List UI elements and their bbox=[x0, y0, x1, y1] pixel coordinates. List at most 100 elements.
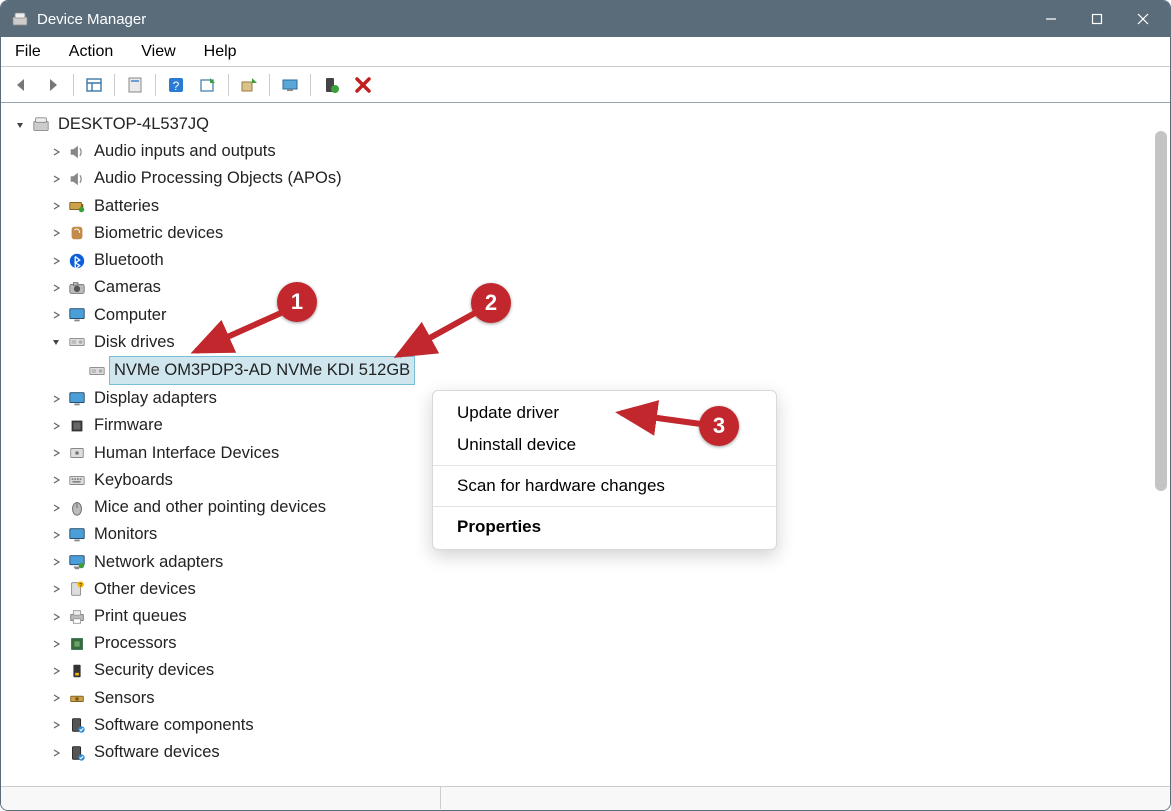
chevron-right-icon[interactable] bbox=[49, 691, 63, 705]
context-menu: Update driver Uninstall device Scan for … bbox=[432, 390, 777, 550]
scrollbar-thumb[interactable] bbox=[1155, 131, 1167, 491]
context-separator bbox=[433, 465, 776, 466]
tree-item-sensor[interactable]: Sensors bbox=[9, 685, 1170, 712]
scan-hardware-button[interactable] bbox=[276, 71, 304, 99]
chevron-right-icon[interactable] bbox=[49, 281, 63, 295]
chevron-right-icon[interactable] bbox=[49, 446, 63, 460]
uninstall-device-button[interactable] bbox=[317, 71, 345, 99]
tree-root-label: DESKTOP-4L537JQ bbox=[57, 111, 210, 138]
tree-item-label: Network adapters bbox=[93, 549, 224, 576]
tree-child-disk[interactable]: NVMe OM3PDP3-AD NVMe KDI 512GB bbox=[9, 356, 1170, 385]
nav-forward-button[interactable] bbox=[39, 71, 67, 99]
tree-item-printer[interactable]: Print queues bbox=[9, 603, 1170, 630]
chevron-right-icon[interactable] bbox=[49, 501, 63, 515]
tree-item-cpu[interactable]: Processors bbox=[9, 630, 1170, 657]
context-properties[interactable]: Properties bbox=[433, 511, 776, 543]
tree-item-camera[interactable]: Cameras bbox=[9, 274, 1170, 301]
close-button[interactable] bbox=[1120, 1, 1166, 37]
tree-item-label: Firmware bbox=[93, 412, 164, 439]
chevron-down-icon[interactable] bbox=[49, 335, 63, 349]
other-icon: ? bbox=[67, 580, 87, 598]
tree-item-speaker[interactable]: Audio inputs and outputs bbox=[9, 138, 1170, 165]
tree-item-software[interactable]: Software devices bbox=[9, 739, 1170, 766]
tree-item-label: Bluetooth bbox=[93, 247, 165, 274]
mouse-icon bbox=[67, 499, 87, 517]
tree-item-disk[interactable]: Disk drives bbox=[9, 329, 1170, 356]
menubar: File Action View Help bbox=[1, 37, 1170, 67]
menu-action[interactable]: Action bbox=[63, 39, 119, 65]
remove-device-button[interactable] bbox=[349, 71, 377, 99]
chevron-right-icon[interactable] bbox=[49, 637, 63, 651]
chevron-right-icon[interactable] bbox=[49, 254, 63, 268]
context-update-driver[interactable]: Update driver bbox=[433, 397, 776, 429]
chip-icon bbox=[67, 417, 87, 435]
chevron-right-icon[interactable] bbox=[49, 226, 63, 240]
tree-root[interactable]: DESKTOP-4L537JQ bbox=[9, 111, 1170, 138]
context-uninstall-device[interactable]: Uninstall device bbox=[433, 429, 776, 461]
fingerprint-icon bbox=[67, 224, 87, 242]
action-button[interactable] bbox=[194, 71, 222, 99]
tree-item-label: Audio inputs and outputs bbox=[93, 138, 277, 165]
menu-help[interactable]: Help bbox=[198, 39, 243, 65]
chevron-right-icon[interactable] bbox=[49, 308, 63, 322]
device-manager-window: Device Manager File Action View Help ? D bbox=[0, 0, 1171, 811]
menu-file[interactable]: File bbox=[9, 39, 47, 65]
statusbar-pane bbox=[1, 787, 441, 809]
chevron-right-icon[interactable] bbox=[49, 610, 63, 624]
computer-icon bbox=[31, 116, 51, 134]
disk-icon bbox=[67, 333, 87, 351]
chevron-right-icon[interactable] bbox=[49, 746, 63, 760]
tree-item-label: Keyboards bbox=[93, 467, 174, 494]
svg-text:?: ? bbox=[173, 79, 180, 93]
toolbar-separator bbox=[269, 74, 270, 96]
tree-item-label: Security devices bbox=[93, 657, 215, 684]
tree-item-label: Cameras bbox=[93, 274, 162, 301]
nav-back-button[interactable] bbox=[7, 71, 35, 99]
chevron-right-icon[interactable] bbox=[49, 473, 63, 487]
chevron-right-icon[interactable] bbox=[49, 145, 63, 159]
chevron-right-icon[interactable] bbox=[49, 718, 63, 732]
menu-view[interactable]: View bbox=[135, 39, 181, 65]
maximize-button[interactable] bbox=[1074, 1, 1120, 37]
tree-item-label: Processors bbox=[93, 630, 178, 657]
battery-icon bbox=[67, 197, 87, 215]
tree-item-network[interactable]: Network adapters bbox=[9, 549, 1170, 576]
properties-button[interactable] bbox=[121, 71, 149, 99]
tree-item-label: Software components bbox=[93, 712, 255, 739]
tree-item-label: Mice and other pointing devices bbox=[93, 494, 327, 521]
chevron-right-icon[interactable] bbox=[49, 528, 63, 542]
chevron-right-icon[interactable] bbox=[49, 172, 63, 186]
context-scan-hardware[interactable]: Scan for hardware changes bbox=[433, 470, 776, 502]
svg-text:?: ? bbox=[79, 584, 82, 590]
update-driver-button[interactable] bbox=[235, 71, 263, 99]
cpu-icon bbox=[67, 635, 87, 653]
bluetooth-icon bbox=[67, 252, 87, 270]
network-icon bbox=[67, 553, 87, 571]
tree-item-security[interactable]: Security devices bbox=[9, 657, 1170, 684]
context-separator bbox=[433, 506, 776, 507]
tree-item-bluetooth[interactable]: Bluetooth bbox=[9, 247, 1170, 274]
chevron-right-icon[interactable] bbox=[49, 419, 63, 433]
minimize-button[interactable] bbox=[1028, 1, 1074, 37]
tree-item-label: Biometric devices bbox=[93, 220, 224, 247]
tree-item-monitor[interactable]: Computer bbox=[9, 302, 1170, 329]
toolbar-separator bbox=[310, 74, 311, 96]
tree-item-label: Computer bbox=[93, 302, 167, 329]
chevron-right-icon[interactable] bbox=[49, 582, 63, 596]
tree-item-software[interactable]: Software components bbox=[9, 712, 1170, 739]
tree-item-fingerprint[interactable]: Biometric devices bbox=[9, 220, 1170, 247]
security-icon bbox=[67, 662, 87, 680]
chevron-right-icon[interactable] bbox=[49, 392, 63, 406]
chevron-down-icon[interactable] bbox=[13, 118, 27, 132]
tree-item-label: Batteries bbox=[93, 193, 160, 220]
keyboard-icon bbox=[67, 471, 87, 489]
chevron-right-icon[interactable] bbox=[49, 555, 63, 569]
show-hide-console-tree-button[interactable] bbox=[80, 71, 108, 99]
help-button[interactable]: ? bbox=[162, 71, 190, 99]
chevron-right-icon[interactable] bbox=[49, 199, 63, 213]
tree-item-other[interactable]: ?Other devices bbox=[9, 576, 1170, 603]
tree-item-battery[interactable]: Batteries bbox=[9, 193, 1170, 220]
tree-item-speaker[interactable]: Audio Processing Objects (APOs) bbox=[9, 165, 1170, 192]
tree-item-label: Audio Processing Objects (APOs) bbox=[93, 165, 343, 192]
chevron-right-icon[interactable] bbox=[49, 664, 63, 678]
